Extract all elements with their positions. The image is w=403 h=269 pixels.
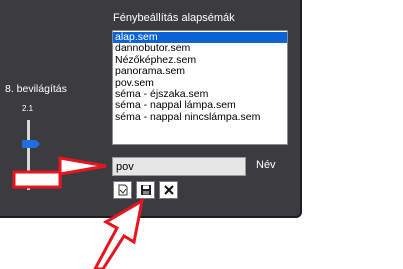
slider-track[interactable] xyxy=(27,120,30,190)
slider-value: 2.1 xyxy=(22,104,34,113)
preset-list-item[interactable]: séma - nappal nincslámpa.sem xyxy=(113,111,287,123)
slider-thumb[interactable] xyxy=(22,140,40,148)
lighting-label: 8. bevilágítás xyxy=(5,83,67,95)
lighting-presets-panel: Fénybeállítás alapsémák alap.sem dannobu… xyxy=(0,0,302,218)
preset-name-input[interactable] xyxy=(112,157,246,176)
delete-icon xyxy=(163,185,174,195)
name-label: Név xyxy=(256,159,276,171)
panel-title: Fénybeállítás alapsémák xyxy=(113,12,235,24)
open-preset-button[interactable] xyxy=(113,181,132,199)
save-preset-button[interactable] xyxy=(136,181,155,199)
delete-preset-button[interactable] xyxy=(159,181,178,199)
preset-list-item[interactable]: panorama.sem xyxy=(113,65,287,77)
open-file-icon xyxy=(118,184,127,196)
save-icon xyxy=(140,185,151,195)
preset-list[interactable]: alap.sem dannobutor.sem Nézőképhez.sem p… xyxy=(112,30,288,145)
